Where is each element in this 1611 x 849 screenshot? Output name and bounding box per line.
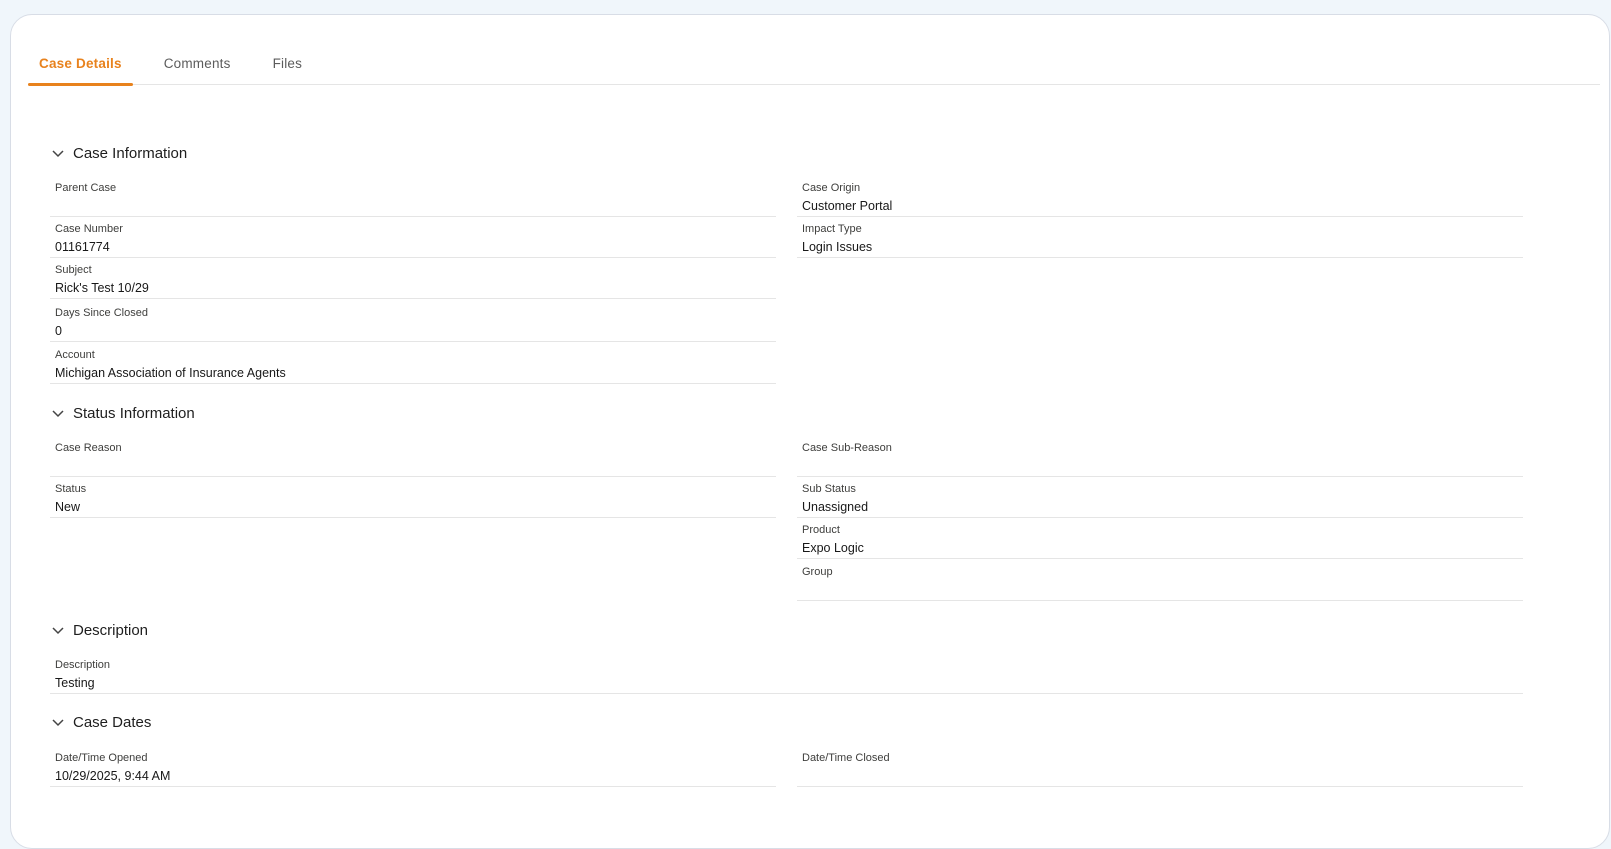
field-label: Status [55, 483, 87, 495]
field-value: 0 [55, 324, 62, 338]
field-product: Product Expo Logic [797, 517, 1523, 559]
case-detail-card: Case Details Comments Files [10, 14, 1610, 849]
tab-case-details[interactable]: Case Details [28, 32, 133, 86]
field-status: Status New [50, 476, 776, 518]
field-label: Case Number [55, 223, 123, 235]
section-case-dates[interactable]: Case Dates [51, 714, 151, 731]
field-description: Description Testing [50, 652, 1523, 694]
field-label: Days Since Closed [55, 307, 148, 319]
section-title: Description [73, 622, 149, 639]
field-value: New [55, 500, 81, 514]
section-title: Case Information [73, 145, 188, 162]
field-case-reason: Case Reason [50, 435, 776, 477]
section-title: Status Information [73, 405, 195, 422]
field-case-sub-reason: Case Sub-Reason [797, 435, 1523, 477]
chevron-down-icon [51, 716, 65, 730]
field-label: Case Reason [55, 442, 122, 454]
field-label: Case Sub-Reason [802, 442, 892, 454]
field-value: 10/29/2025, 9:44 AM [55, 769, 171, 783]
field-label: Subject [55, 264, 92, 276]
chevron-down-icon [51, 407, 65, 421]
field-value: Expo Logic [802, 541, 864, 555]
field-label: Impact Type [802, 223, 862, 235]
section-case-information[interactable]: Case Information [51, 145, 187, 162]
field-label: Group [802, 566, 833, 578]
chevron-down-icon [51, 147, 65, 161]
section-title: Case Dates [73, 714, 152, 731]
field-label: Date/Time Closed [802, 752, 890, 764]
field-value: Rick's Test 10/29 [55, 281, 149, 295]
field-value: 01161774 [55, 240, 110, 254]
field-sub-status: Sub Status Unassigned [797, 476, 1523, 518]
field-label: Case Origin [802, 182, 861, 194]
field-label: Date/Time Opened [55, 752, 148, 764]
field-value: Login Issues [802, 240, 873, 254]
field-label: Account [55, 349, 95, 361]
tab-files[interactable]: Files [262, 32, 314, 85]
field-value: Customer Portal [802, 199, 893, 213]
section-description[interactable]: Description [51, 622, 148, 639]
field-date-time-opened: Date/Time Opened 10/29/2025, 9:44 AM [50, 745, 776, 787]
field-value: Testing [55, 676, 95, 690]
field-group: Group [797, 559, 1523, 601]
field-case-number: Case Number 01161774 [50, 216, 776, 258]
field-days-since-closed: Days Since Closed 0 [50, 300, 776, 342]
chevron-down-icon [51, 624, 65, 638]
field-label: Description [55, 659, 111, 671]
field-account: Account Michigan Association of Insuranc… [50, 342, 776, 384]
field-label: Sub Status [802, 483, 856, 495]
field-label: Product [802, 524, 840, 536]
field-impact-type: Impact Type Login Issues [797, 216, 1523, 258]
field-subject: Subject Rick's Test 10/29 [50, 257, 776, 299]
tab-bar: Case Details Comments Files [28, 32, 1600, 86]
field-parent-case: Parent Case [50, 175, 776, 217]
field-label: Parent Case [55, 182, 117, 194]
section-status-information[interactable]: Status Information [51, 405, 195, 422]
field-date-time-closed: Date/Time Closed [797, 745, 1523, 787]
field-case-origin: Case Origin Customer Portal [797, 175, 1523, 217]
field-value: Unassigned [802, 500, 869, 514]
field-value: Michigan Association of Insurance Agents [55, 366, 286, 380]
tab-comments[interactable]: Comments [153, 32, 242, 85]
